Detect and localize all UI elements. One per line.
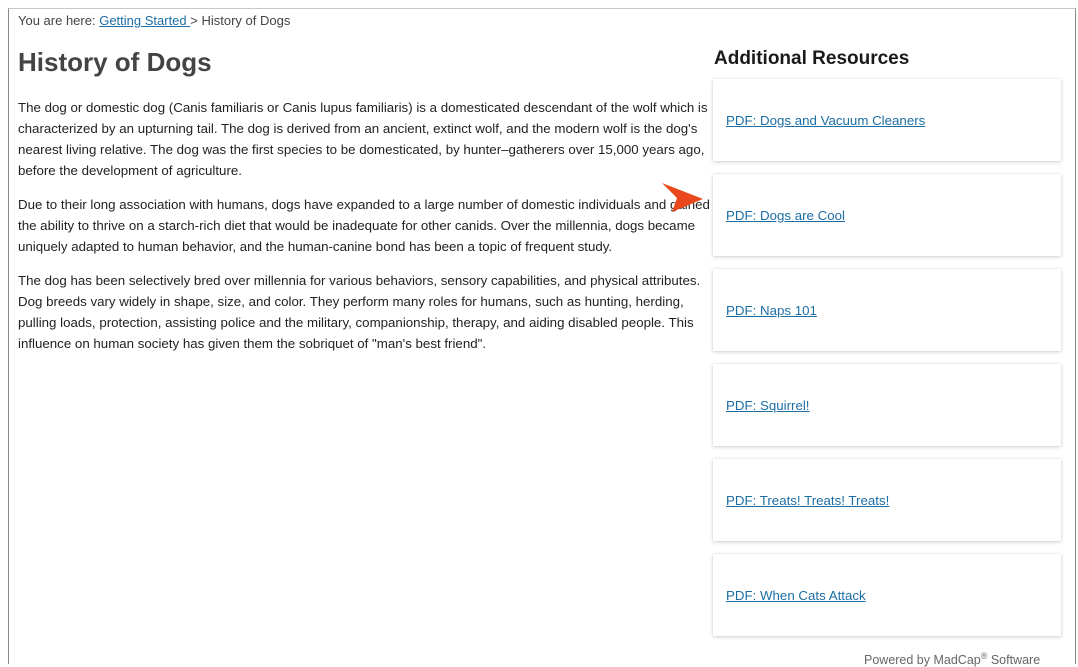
paragraph: The dog or domestic dog (Canis familiari…	[18, 100, 708, 178]
footer-suffix: Software	[987, 653, 1041, 667]
resource-link-when-cats-attack[interactable]: PDF: When Cats Attack	[726, 588, 866, 603]
resource-link-dogs-and-vacuum-cleaners[interactable]: PDF: Dogs and Vacuum Cleaners	[726, 113, 925, 128]
page-title: History of Dogs	[18, 47, 212, 77]
resource-card: PDF: Treats! Treats! Treats!	[713, 459, 1061, 541]
footer-credit: Powered by MadCap® Software	[864, 651, 1040, 667]
resource-card: PDF: Dogs are Cool	[713, 174, 1061, 256]
resource-link-treats[interactable]: PDF: Treats! Treats! Treats!	[726, 493, 889, 508]
arrow-pointer-shape	[662, 183, 703, 212]
resource-card: PDF: When Cats Attack	[713, 554, 1061, 636]
arrow-pointer-icon	[662, 183, 703, 212]
resource-link-naps-101[interactable]: PDF: Naps 101	[726, 303, 817, 318]
resource-card: PDF: Squirrel!	[713, 364, 1061, 446]
resource-card: PDF: Dogs and Vacuum Cleaners	[713, 79, 1061, 161]
breadcrumb-prefix: You are here:	[18, 13, 100, 28]
breadcrumb-separator: >	[190, 13, 202, 28]
additional-resources-panel: Additional Resources PDF: Dogs and Vacuu…	[713, 48, 1061, 649]
resource-card: PDF: Naps 101	[713, 269, 1061, 351]
paragraph: Due to their long association with human…	[18, 197, 710, 254]
breadcrumb: You are here: Getting Started > History …	[18, 13, 290, 28]
paragraph: The dog has been selectively bred over m…	[18, 273, 701, 351]
resource-link-squirrel[interactable]: PDF: Squirrel!	[726, 398, 810, 413]
article-body: The dog or domestic dog (Canis familiari…	[18, 97, 714, 367]
breadcrumb-current: History of Dogs	[201, 13, 291, 28]
footer-prefix: Powered by MadCap	[864, 653, 981, 667]
resources-title: Additional Resources	[714, 48, 910, 69]
breadcrumb-link-getting-started[interactable]: Getting Started	[99, 13, 190, 28]
resource-link-dogs-are-cool[interactable]: PDF: Dogs are Cool	[726, 208, 845, 223]
